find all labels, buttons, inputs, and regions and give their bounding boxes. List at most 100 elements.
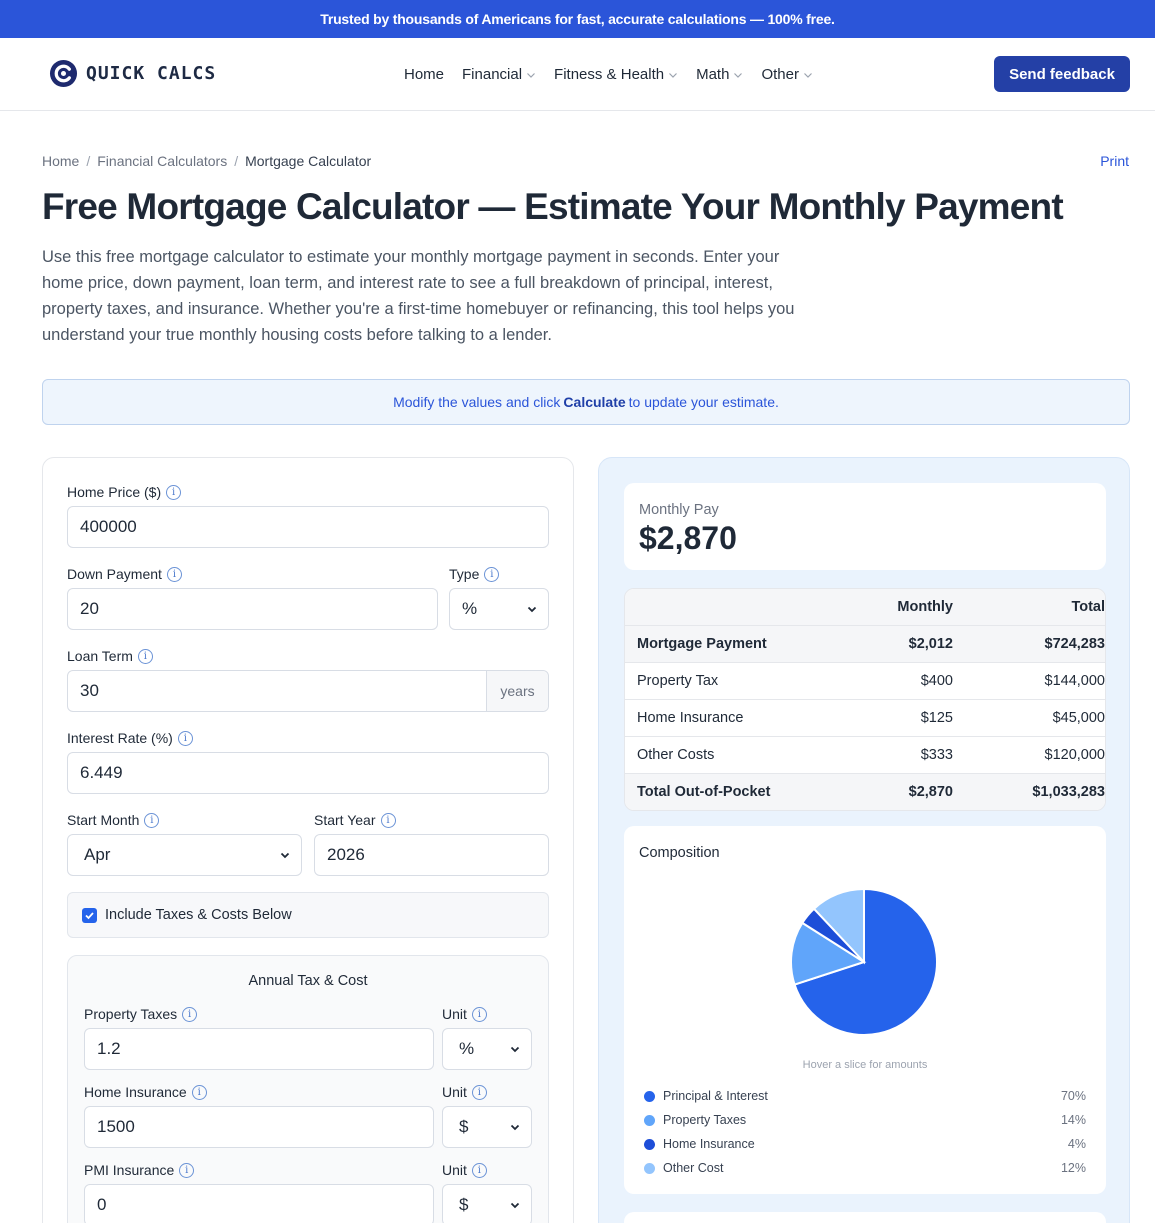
table-cell: Total Out-of-Pocket	[637, 784, 771, 800]
start-month-select[interactable]: Apr	[67, 834, 302, 876]
annual-tax-cost-card: Annual Tax & Cost Property Taxes i 1.2 Un…	[67, 955, 549, 1223]
breadcrumb: Home / Financial Calculators / Mortgage …	[42, 153, 371, 169]
info-icon[interactable]: i	[166, 484, 182, 500]
info-icon[interactable]: i	[471, 1006, 487, 1022]
info-icon[interactable]: i	[179, 1162, 195, 1178]
info-icon[interactable]: i	[380, 812, 396, 828]
home-insurance-unit-select[interactable]: $	[442, 1106, 532, 1148]
start-month-value: Apr	[84, 845, 111, 864]
home-insurance-unit-label-text: Unit	[442, 1084, 467, 1100]
legend-percent: 70%	[1060, 1089, 1086, 1103]
legend-dot	[644, 1138, 655, 1150]
pie-hover-hint: Hover a slice for amounts	[802, 1059, 928, 1071]
pmi-insurance-unit-select[interactable]: $	[442, 1184, 532, 1223]
type-select[interactable]: %	[449, 588, 549, 630]
legend-percent: 14%	[1060, 1113, 1086, 1127]
breadcrumb-home[interactable]: Home	[42, 153, 79, 169]
breadcrumb-current: Mortgage Calculator	[245, 153, 372, 169]
home-insurance-unit-label: Unit i	[442, 1084, 487, 1100]
pmi-insurance-unit-label-text: Unit	[442, 1162, 467, 1178]
nav-fitness-health[interactable]: Fitness & Health	[554, 66, 678, 83]
info-icon[interactable]: i	[471, 1162, 487, 1178]
chevron-down-icon	[510, 1124, 520, 1131]
nav-home[interactable]: Home	[404, 66, 444, 83]
nav-fitness-label: Fitness & Health	[554, 66, 665, 83]
monthly-pay-card: Monthly Pay $2,870	[624, 483, 1106, 570]
info-icon[interactable]: i	[191, 1084, 207, 1100]
nav-other[interactable]: Other	[761, 66, 813, 83]
include-taxes-row[interactable]: Include Taxes & Costs Below	[67, 892, 549, 938]
pmi-insurance-unit-label: Unit i	[442, 1162, 487, 1178]
property-taxes-unit-value: %	[459, 1039, 475, 1058]
legend-item: Property Taxes 14%	[644, 1112, 1086, 1128]
check-icon	[85, 911, 94, 919]
legend-dot	[644, 1114, 655, 1126]
table-cell: $120,000	[1044, 747, 1105, 763]
include-taxes-checkbox[interactable]	[82, 907, 97, 923]
legend-label: Home Insurance	[663, 1137, 755, 1151]
pmi-insurance-input[interactable]: 0	[84, 1184, 434, 1223]
interest-rate-label: Interest Rate (%) i	[67, 730, 193, 746]
table-row: Mortgage Payment $2,012 $724,283	[625, 625, 1105, 662]
nav-other-label: Other	[761, 66, 799, 83]
composition-card: Composition Hover a slice for amounts Pr…	[624, 826, 1106, 1194]
logo[interactable]: QUICK CALCS	[49, 59, 216, 88]
property-taxes-label-text: Property Taxes	[84, 1006, 178, 1022]
loan-term-input[interactable]: 30 years	[67, 670, 549, 712]
monthly-pay-value: $2,870	[639, 520, 737, 556]
home-insurance-input[interactable]: 1500	[84, 1106, 434, 1148]
chevron-down-icon	[734, 72, 743, 78]
pmi-insurance-label: PMI Insurance i	[84, 1162, 195, 1178]
table-cell: $400	[920, 673, 953, 689]
info-icon[interactable]: i	[144, 812, 160, 828]
info-icon[interactable]: i	[471, 1084, 487, 1100]
loan-term-label-text: Loan Term	[67, 648, 133, 664]
legend-item: Principal & Interest 70%	[644, 1088, 1086, 1104]
property-taxes-unit-select[interactable]: %	[442, 1028, 532, 1070]
table-cell: $1,033,283	[1032, 784, 1105, 800]
info-icon[interactable]: i	[166, 566, 182, 582]
pmi-insurance-label-text: PMI Insurance	[84, 1162, 175, 1178]
composition-pie-chart[interactable]	[789, 887, 939, 1037]
chevron-down-icon	[510, 1202, 520, 1209]
legend-dot	[644, 1090, 655, 1102]
notice-after: to update your estimate.	[628, 394, 779, 410]
table-cell: $2,012	[908, 636, 953, 652]
table-cell: Property Tax	[637, 673, 719, 689]
table-header-cell: Total	[1071, 599, 1105, 615]
table-cell: Home Insurance	[637, 710, 744, 726]
table-row-total: Total Out-of-Pocket $2,870 $1,033,283	[625, 773, 1105, 810]
property-taxes-input[interactable]: 1.2	[84, 1028, 434, 1070]
chevron-down-icon	[510, 1046, 520, 1053]
type-label: Type i	[449, 566, 500, 582]
send-feedback-button[interactable]: Send feedback	[994, 56, 1130, 92]
info-icon[interactable]: i	[182, 1006, 198, 1022]
legend-percent: 4%	[1067, 1137, 1086, 1151]
breadcrumb-financial[interactable]: Financial Calculators	[97, 153, 227, 169]
chevron-down-icon	[527, 72, 535, 78]
nav-financial[interactable]: Financial	[462, 66, 536, 83]
info-icon[interactable]: i	[137, 648, 153, 664]
table-cell: $333	[920, 747, 953, 763]
loan-term-label: Loan Term i	[67, 648, 153, 664]
loan-term-unit: years	[486, 671, 548, 711]
down-payment-input[interactable]: 20	[67, 588, 438, 630]
table-cell: Mortgage Payment	[637, 636, 767, 652]
breadcrumb-separator: /	[86, 153, 91, 169]
property-taxes-unit-label-text: Unit	[442, 1006, 467, 1022]
table-cell: $724,283	[1044, 636, 1105, 652]
info-icon[interactable]: i	[177, 730, 193, 746]
interest-rate-input[interactable]: 6.449	[67, 752, 549, 794]
legend-label: Property Taxes	[663, 1113, 747, 1127]
breakdown-table: Monthly Total Mortgage Payment $2,012 $7…	[624, 588, 1106, 811]
table-row: Property Tax $400 $144,000	[625, 662, 1105, 699]
nav-math[interactable]: Math	[696, 66, 743, 83]
notice-bold: Calculate	[563, 394, 626, 410]
info-icon[interactable]: i	[484, 566, 500, 582]
chevron-down-icon	[527, 606, 537, 613]
print-link[interactable]: Print	[1100, 153, 1129, 169]
start-year-input[interactable]: 2026	[314, 834, 549, 876]
annual-tax-cost-title: Annual Tax & Cost	[248, 973, 368, 989]
home-price-input[interactable]: 400000	[67, 506, 549, 548]
info-notice: Modify the values and click Calculate to…	[42, 379, 1130, 425]
